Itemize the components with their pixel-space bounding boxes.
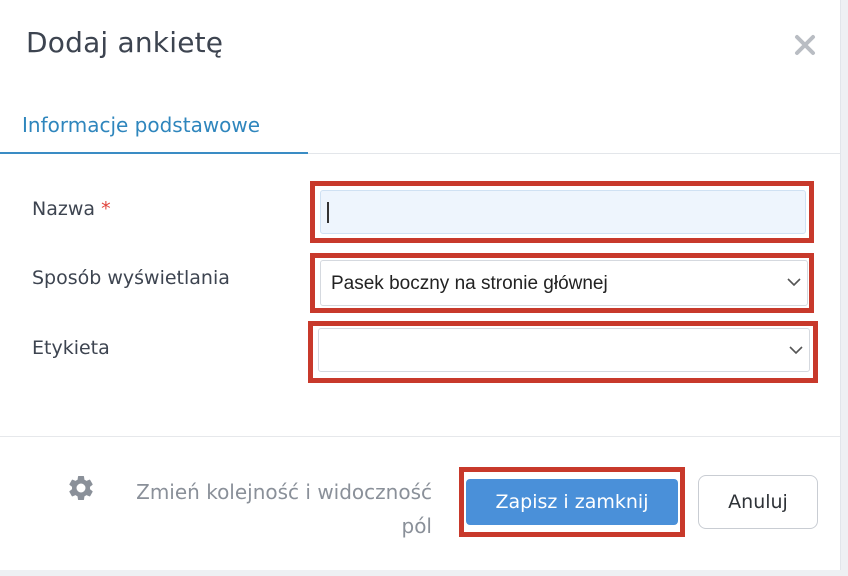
- display-mode-label: Sposób wyświetlania: [32, 267, 230, 289]
- name-field-label: Nazwa *: [32, 198, 111, 220]
- close-icon[interactable]: [790, 30, 820, 60]
- name-label-text: Nazwa: [32, 198, 96, 220]
- dialog-title: Dodaj ankietę: [26, 26, 224, 59]
- dialog-footer: Zmień kolejność i widoczność pól Zapisz …: [0, 436, 840, 571]
- add-survey-dialog: Dodaj ankietę Informacje podstawowe Nazw…: [0, 0, 841, 570]
- display-mode-highlight: [310, 253, 814, 313]
- save-button-highlight: [459, 467, 685, 537]
- required-marker: *: [101, 198, 111, 220]
- tab-bar: Informacje podstawowe: [0, 100, 840, 154]
- cancel-button[interactable]: Anuluj: [698, 475, 818, 529]
- reorder-fields-label: Zmień kolejność i widoczność pól: [106, 475, 432, 543]
- tag-highlight: [308, 321, 818, 383]
- reorder-label-line1: Zmień kolejność i widoczność: [136, 480, 432, 504]
- reorder-fields-link[interactable]: Zmień kolejność i widoczność pól: [60, 473, 436, 543]
- tag-label: Etykieta: [32, 337, 110, 359]
- gear-icon: [69, 475, 93, 500]
- reorder-label-line2: pól: [401, 514, 433, 538]
- tab-basic-info[interactable]: Informacje podstawowe: [0, 100, 308, 154]
- tab-basic-info-label: Informacje podstawowe: [22, 113, 261, 137]
- name-input-highlight: [310, 181, 814, 243]
